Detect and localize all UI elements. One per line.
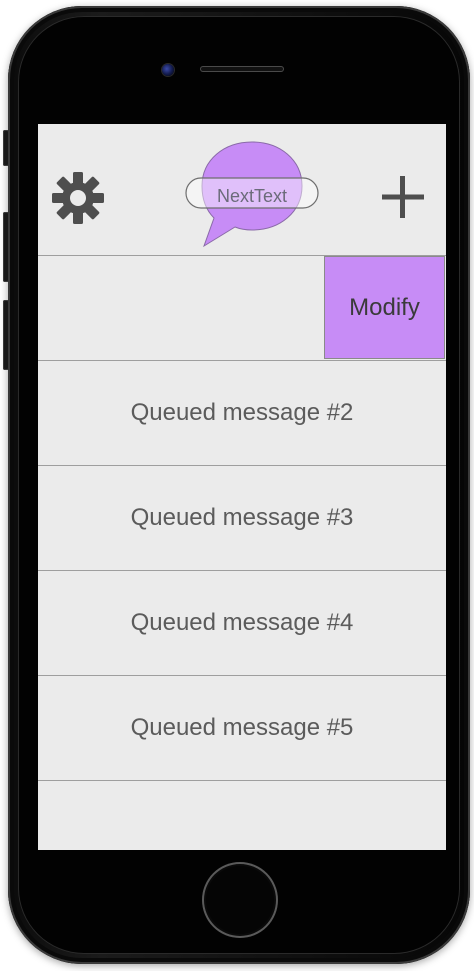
plus-icon[interactable] <box>378 172 428 222</box>
volume-down-button <box>3 300 9 370</box>
nexttext-logo <box>185 141 319 248</box>
list-item[interactable]: Queued message #5 <box>38 676 446 780</box>
list-item[interactable]: Queued message #4 <box>38 571 446 675</box>
divider <box>38 780 446 781</box>
volume-up-button <box>3 212 9 282</box>
home-button[interactable] <box>202 862 278 938</box>
list-item[interactable]: Queued message #2 <box>38 361 446 465</box>
front-camera <box>162 64 174 76</box>
top-bar: NextText <box>38 124 446 255</box>
gear-icon[interactable] <box>52 172 104 224</box>
mute-switch <box>3 130 9 166</box>
earpiece-speaker <box>200 66 284 72</box>
app-screen: NextText Modify Queued message #2 Queued… <box>38 124 446 850</box>
list-item[interactable]: Queued message #3 <box>38 466 446 570</box>
modify-button[interactable]: Modify <box>324 256 445 359</box>
